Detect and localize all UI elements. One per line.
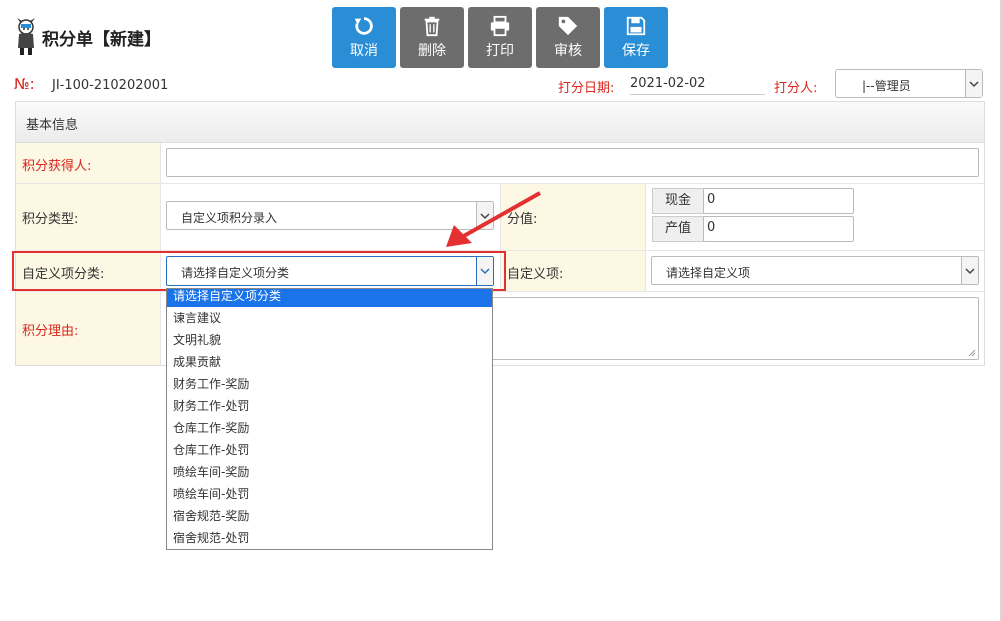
- scorer-label: 打分人:: [774, 81, 818, 96]
- toolbar: 取消 删除 打印 审核 保存: [332, 7, 668, 68]
- document-number: JI-100-210202001: [52, 78, 169, 93]
- dropdown-option-selected[interactable]: 请选择自定义项分类: [167, 289, 492, 307]
- audit-label: 审核: [554, 43, 582, 59]
- dropdown-option[interactable]: 喷绘车间-处罚: [167, 483, 492, 505]
- type-label: 积分类型:: [22, 212, 79, 227]
- cancel-label: 取消: [350, 43, 378, 59]
- printer-icon: [490, 15, 510, 37]
- dropdown-option[interactable]: 成果贡献: [167, 351, 492, 373]
- tag-icon: [558, 16, 578, 36]
- floppy-disk-icon: [626, 16, 646, 36]
- type-label-cell: 积分类型:: [16, 184, 161, 250]
- panel-title: 基本信息: [26, 118, 79, 133]
- type-value: 自定义项积分录入: [181, 211, 278, 225]
- reason-label-cell: 积分理由:: [16, 292, 161, 365]
- audit-button[interactable]: 审核: [536, 7, 600, 68]
- dropdown-option[interactable]: 财务工作-处罚: [167, 395, 492, 417]
- custom-select[interactable]: 请选择自定义项: [651, 256, 979, 285]
- dropdown-option[interactable]: 仓库工作-处罚: [167, 439, 492, 461]
- resize-handle-icon[interactable]: [968, 349, 976, 357]
- cancel-button[interactable]: 取消: [332, 7, 396, 68]
- dropdown-option[interactable]: 谏言建议: [167, 307, 492, 329]
- scorer-select[interactable]: |--管理员: [835, 69, 983, 98]
- chevron-down-icon: [961, 257, 978, 284]
- output-input[interactable]: 0: [703, 216, 854, 242]
- row-divider: [16, 291, 984, 292]
- page-header: 积分单【新建】: [14, 18, 161, 56]
- scorer-value: |--管理员: [862, 79, 911, 93]
- cash-addon: 现金: [652, 188, 704, 214]
- highlight-box: [12, 251, 506, 291]
- recipient-label-cell: 积分获得人:: [16, 143, 161, 183]
- delete-button[interactable]: 删除: [400, 7, 464, 68]
- dropdown-option[interactable]: 财务工作-奖励: [167, 373, 492, 395]
- date-field[interactable]: 2021-02-02: [630, 76, 765, 95]
- dropdown-option[interactable]: 喷绘车间-奖励: [167, 461, 492, 483]
- recipient-input[interactable]: [166, 148, 979, 177]
- reason-label: 积分理由:: [22, 324, 79, 339]
- delete-label: 删除: [418, 43, 446, 59]
- output-addon: 产值: [652, 216, 704, 242]
- dropdown-option[interactable]: 宿舍规范-处罚: [167, 527, 492, 549]
- cash-input[interactable]: 0: [703, 188, 854, 214]
- trash-icon: [424, 16, 440, 37]
- dropdown-option[interactable]: 宿舍规范-奖励: [167, 505, 492, 527]
- page-title: 积分单【新建】: [42, 29, 161, 50]
- document-number-label: №:: [14, 75, 35, 93]
- custom-value: 请选择自定义项: [666, 266, 751, 280]
- category-dropdown-list: 请选择自定义项分类 谏言建议 文明礼貌 成果贡献 财务工作-奖励 财务工作-处罚…: [166, 288, 493, 550]
- date-label: 打分日期:: [558, 81, 615, 96]
- panel-header: 基本信息: [16, 102, 984, 143]
- print-button[interactable]: 打印: [468, 7, 532, 68]
- dropdown-option[interactable]: 仓库工作-奖励: [167, 417, 492, 439]
- custom-label: 自定义项:: [507, 267, 564, 282]
- custom-label-cell: 自定义项:: [500, 251, 646, 291]
- chevron-down-icon: [965, 70, 982, 97]
- save-label: 保存: [622, 43, 650, 59]
- print-label: 打印: [486, 43, 514, 59]
- undo-icon: [354, 17, 373, 35]
- recipient-label: 积分获得人:: [22, 159, 92, 174]
- arrow-annotation-icon: [446, 191, 541, 247]
- dropdown-option[interactable]: 文明礼貌: [167, 329, 492, 351]
- logo-icon: [14, 18, 38, 56]
- save-button[interactable]: 保存: [604, 7, 668, 68]
